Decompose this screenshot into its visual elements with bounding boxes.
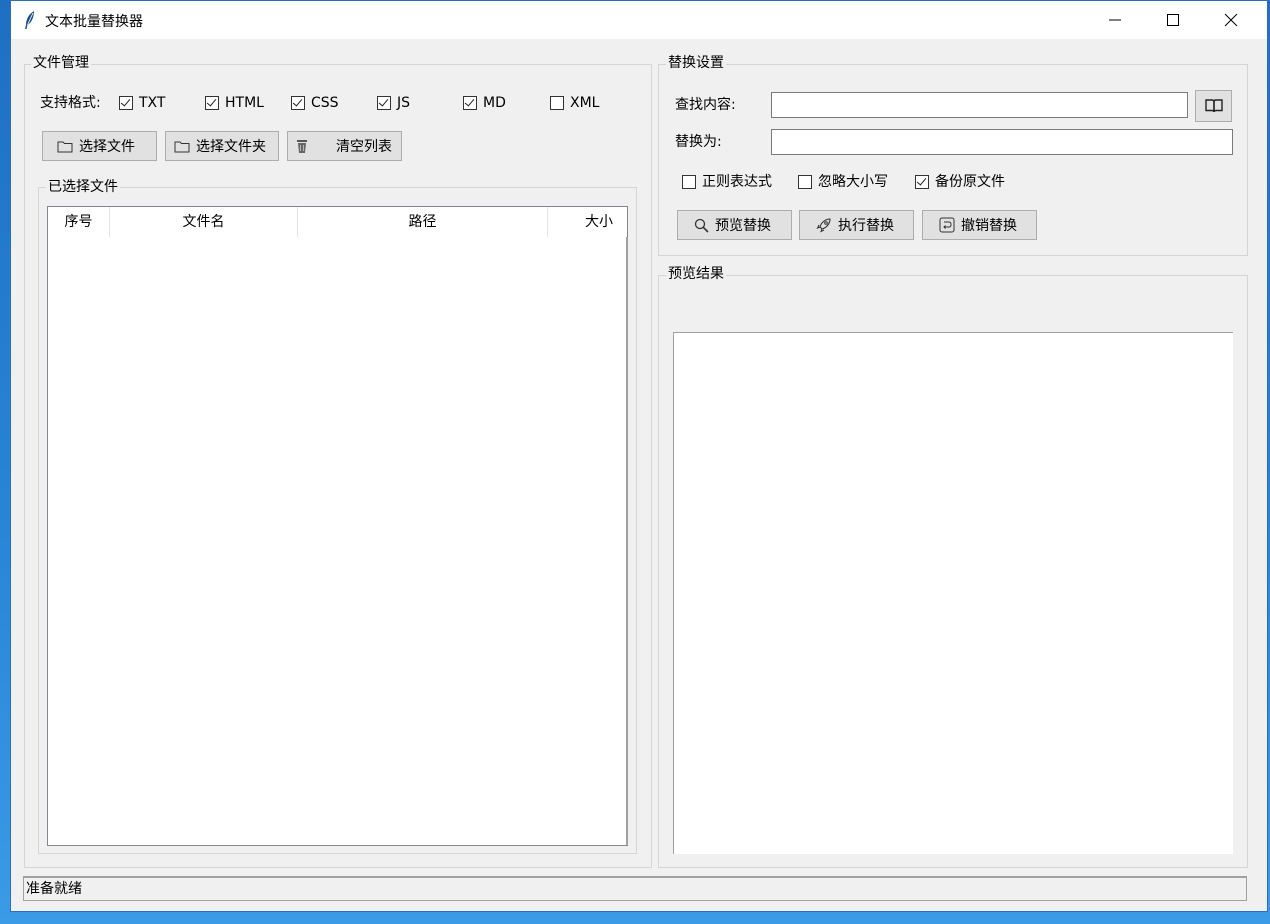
file-manager-title: 文件管理: [31, 54, 91, 72]
regex-help-button[interactable]: [1195, 90, 1232, 122]
preview-title: 预览结果: [666, 265, 726, 283]
format-html-checkbox[interactable]: HTML: [205, 94, 264, 112]
checkbox-label: TXT: [139, 95, 166, 111]
checkbox-box[interactable]: [915, 175, 929, 189]
undo-button[interactable]: 撤销替换: [922, 210, 1037, 240]
checkbox-label: JS: [397, 95, 411, 111]
checkbox-label: 忽略大小写: [818, 174, 888, 190]
app-window: 文本批量替换器 文件管理 支持格式: TXT HTML CSS JS MD XM…: [10, 0, 1268, 912]
title-bar: 文本批量替换器: [11, 1, 1267, 39]
format-md-checkbox[interactable]: MD: [463, 94, 506, 112]
format-css-checkbox[interactable]: CSS: [291, 94, 339, 112]
file-table[interactable]: 序号 文件名 路径 大小: [47, 206, 628, 846]
find-label: 查找内容:: [675, 97, 736, 113]
status-bar: 准备就绪: [23, 876, 1247, 901]
checkbox-label: 备份原文件: [935, 174, 1005, 190]
checkbox-label: XML: [570, 95, 600, 111]
feather-icon: [25, 11, 34, 29]
select-folder-button[interactable]: 选择文件夹: [165, 131, 279, 161]
replace-settings-title: 替换设置: [666, 54, 726, 72]
column-header-index[interactable]: 序号: [48, 207, 110, 237]
book-icon: [1204, 99, 1223, 113]
checkbox-box[interactable]: [798, 175, 812, 189]
folder-icon: [174, 140, 190, 153]
preview-label: 预览替换: [715, 218, 771, 234]
window-title: 文本批量替换器: [45, 14, 143, 30]
execute-button[interactable]: 执行替换: [799, 210, 914, 240]
format-txt-checkbox[interactable]: TXT: [119, 94, 165, 112]
preview-textarea[interactable]: [673, 332, 1233, 854]
close-icon: [1224, 13, 1238, 27]
table-header: 序号 文件名 路径 大小: [48, 207, 627, 237]
column-header-size[interactable]: 大小: [548, 207, 627, 237]
clear-list-button[interactable]: 清空列表: [287, 131, 402, 161]
regex-checkbox[interactable]: 正则表达式: [682, 173, 772, 191]
formats-label: 支持格式:: [40, 95, 101, 111]
select-folder-label: 选择文件夹: [196, 139, 266, 155]
checkbox-box[interactable]: [377, 96, 391, 110]
selected-files-title: 已选择文件: [46, 178, 120, 196]
maximize-button[interactable]: [1144, 1, 1202, 39]
close-button[interactable]: [1202, 1, 1260, 39]
format-js-checkbox[interactable]: JS: [377, 94, 410, 112]
checkbox-box[interactable]: [205, 96, 219, 110]
minimize-button[interactable]: [1086, 1, 1144, 39]
ignore-case-checkbox[interactable]: 忽略大小写: [798, 173, 888, 191]
checkbox-label: CSS: [311, 95, 339, 111]
table-scrollbar[interactable]: [626, 237, 628, 845]
undo-icon: [939, 217, 955, 233]
checkbox-box[interactable]: [463, 96, 477, 110]
checkbox-label: HTML: [225, 95, 264, 111]
preview-button[interactable]: 预览替换: [677, 210, 792, 240]
maximize-icon: [1167, 14, 1179, 26]
folder-icon: [57, 140, 73, 153]
replace-label: 替换为:: [675, 134, 722, 150]
rocket-icon: [816, 217, 832, 233]
select-files-label: 选择文件: [79, 139, 135, 155]
execute-label: 执行替换: [838, 218, 894, 234]
find-input[interactable]: [771, 92, 1188, 118]
checkbox-box[interactable]: [291, 96, 305, 110]
minimize-icon: [1109, 19, 1121, 21]
trash-icon: [294, 138, 310, 154]
format-xml-checkbox[interactable]: XML: [550, 94, 599, 112]
checkbox-label: MD: [483, 95, 506, 111]
undo-label: 撤销替换: [961, 218, 1017, 234]
clear-list-label: 清空列表: [336, 139, 392, 155]
column-header-filename[interactable]: 文件名: [110, 207, 298, 237]
checkbox-box[interactable]: [119, 96, 133, 110]
checkbox-label: 正则表达式: [702, 174, 772, 190]
checkbox-box[interactable]: [682, 175, 696, 189]
magnifier-icon: [694, 218, 709, 233]
column-header-path[interactable]: 路径: [298, 207, 548, 237]
backup-checkbox[interactable]: 备份原文件: [915, 173, 1005, 191]
checkbox-box[interactable]: [550, 96, 564, 110]
select-files-button[interactable]: 选择文件: [42, 131, 157, 161]
replace-input[interactable]: [771, 129, 1233, 155]
